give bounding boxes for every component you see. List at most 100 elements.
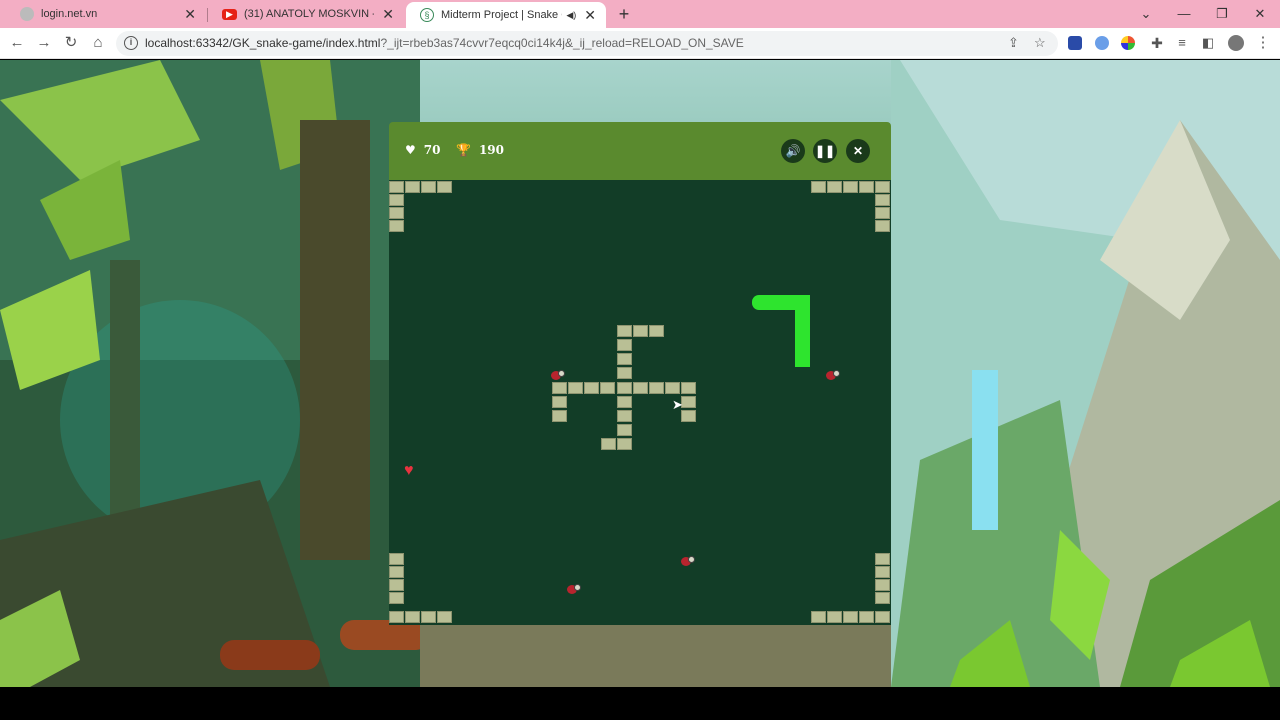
url-text[interactable]: localhost:63342/GK_snake-game/index.html… xyxy=(145,36,744,50)
bug-food-icon xyxy=(681,556,695,566)
wall-block xyxy=(389,566,404,578)
sound-toggle-button[interactable]: 🔊 xyxy=(781,139,805,163)
wall-block xyxy=(617,410,632,422)
score-counter: 🏆 190 xyxy=(456,143,504,157)
side-panel-icon[interactable]: ◧ xyxy=(1197,32,1219,54)
profile-avatar[interactable] xyxy=(1228,35,1244,51)
wall-block xyxy=(617,367,632,379)
media-control-icon[interactable]: ≡ xyxy=(1171,32,1193,54)
wall-block xyxy=(552,382,567,394)
wall-block xyxy=(859,611,874,623)
speaker-icon: 🔊 xyxy=(785,144,801,158)
wall-block xyxy=(389,592,404,604)
close-icon[interactable]: ✕ xyxy=(584,7,596,24)
close-icon[interactable]: ✕ xyxy=(184,6,196,23)
bookmark-star-icon[interactable]: ☆ xyxy=(1034,35,1046,51)
wall-block xyxy=(389,207,404,219)
extensions-puzzle-icon[interactable]: ✚ xyxy=(1146,32,1168,54)
share-icon[interactable]: ⇪ xyxy=(1008,35,1019,51)
wall-block xyxy=(405,611,420,623)
wall-block xyxy=(552,396,567,408)
wall-block xyxy=(617,438,632,450)
wall-block xyxy=(649,325,664,337)
extension-d-icon[interactable] xyxy=(1068,36,1082,50)
trophy-icon: 🏆 xyxy=(456,143,471,157)
pause-button[interactable]: ❚❚ xyxy=(813,139,837,163)
wall-block xyxy=(681,410,696,422)
tab-snake-game[interactable]: § Midterm Project | Snake Gan ◀) ✕ xyxy=(406,2,606,28)
wall-block xyxy=(875,611,890,623)
heart-pickup-icon: ♥ xyxy=(404,462,414,479)
score-value: 190 xyxy=(478,143,505,157)
wall-block xyxy=(665,382,680,394)
new-tab-button[interactable]: + xyxy=(614,3,634,25)
wall-block xyxy=(875,181,890,193)
tab-youtube[interactable]: ▶ (31) ANATOLY MOSKVIN - Kẻ ƯỚ ✕ xyxy=(208,0,404,28)
wall-block xyxy=(389,220,404,232)
speaker-icon[interactable]: ◀) xyxy=(566,10,576,21)
wall-block xyxy=(633,325,648,337)
site-info-icon[interactable]: i xyxy=(124,36,138,50)
wall-block xyxy=(617,325,632,337)
forward-icon[interactable]: → xyxy=(33,32,55,54)
wall-block xyxy=(875,592,890,604)
wall-block xyxy=(568,382,583,394)
wall-block xyxy=(843,611,858,623)
wall-block xyxy=(437,181,452,193)
address-bar[interactable]: i localhost:63342/GK_snake-game/index.ht… xyxy=(116,31,1058,56)
close-icon[interactable]: ✕ xyxy=(382,6,394,23)
bug-food-icon xyxy=(567,584,581,594)
wall-block xyxy=(389,611,404,623)
wall-block xyxy=(843,181,858,193)
wall-block xyxy=(617,424,632,436)
video-letterbox-bar xyxy=(0,687,1280,720)
wall-block xyxy=(584,382,599,394)
reload-icon[interactable]: ↻ xyxy=(60,32,82,54)
wall-block xyxy=(875,566,890,578)
wall-block xyxy=(389,181,404,193)
tab-title: Midterm Project | Snake Gan xyxy=(441,9,562,21)
globe-icon xyxy=(20,7,34,21)
page-background: ♥ 70 🏆 190 🔊 ❚❚ ✕ ♥ ➤ xyxy=(0,60,1280,687)
extension-color-icon[interactable] xyxy=(1121,36,1135,50)
wall-block xyxy=(437,611,452,623)
home-icon[interactable]: ⌂ xyxy=(87,32,109,54)
wall-block xyxy=(421,611,436,623)
wall-block xyxy=(600,382,615,394)
game-header: ♥ 70 🏆 190 🔊 ❚❚ ✕ xyxy=(389,122,891,180)
browser-tab-strip: login.net.vn ✕ ▶ (31) ANATOLY MOSKVIN - … xyxy=(0,0,1280,28)
wall-block xyxy=(617,339,632,351)
url-query: ?_ijt=rbeb3as74cvvr7eqcq0ci14k4j&_ij_rel… xyxy=(380,36,744,50)
menu-kebab-icon[interactable]: ⋮ xyxy=(1252,32,1274,54)
bug-food-icon xyxy=(551,370,565,380)
wall-block xyxy=(827,611,842,623)
wall-block xyxy=(681,382,696,394)
window-close-icon[interactable]: ✕ xyxy=(1248,2,1272,26)
tab-search-icon[interactable]: ⌄ xyxy=(1134,2,1158,26)
back-icon[interactable]: ← xyxy=(6,32,28,54)
url-host: localhost:63342/GK_snake-game/index.html xyxy=(145,36,381,50)
extension-search-icon[interactable] xyxy=(1095,36,1109,50)
wall-block xyxy=(811,611,826,623)
browser-toolbar: ← → ↻ ⌂ i localhost:63342/GK_snake-game/… xyxy=(0,28,1280,59)
maximize-icon[interactable]: ❐ xyxy=(1210,2,1234,26)
lives-value: 70 xyxy=(423,143,441,157)
wall-block xyxy=(859,181,874,193)
wall-block xyxy=(617,353,632,365)
pause-icon: ❚❚ xyxy=(814,144,836,158)
wall-block xyxy=(552,410,567,422)
wall-block xyxy=(389,194,404,206)
close-button[interactable]: ✕ xyxy=(846,139,870,163)
heart-icon: ♥ xyxy=(405,143,416,157)
tab-login[interactable]: login.net.vn ✕ xyxy=(6,0,206,28)
wall-block xyxy=(601,438,616,450)
wall-block xyxy=(617,396,632,408)
game-board: ♥ xyxy=(389,180,891,625)
wall-block xyxy=(389,553,404,565)
wall-block xyxy=(649,382,664,394)
wall-block xyxy=(875,579,890,591)
minimize-icon[interactable]: — xyxy=(1172,2,1196,26)
wall-block xyxy=(617,382,632,394)
youtube-icon: ▶ xyxy=(222,8,237,20)
wall-block xyxy=(875,553,890,565)
